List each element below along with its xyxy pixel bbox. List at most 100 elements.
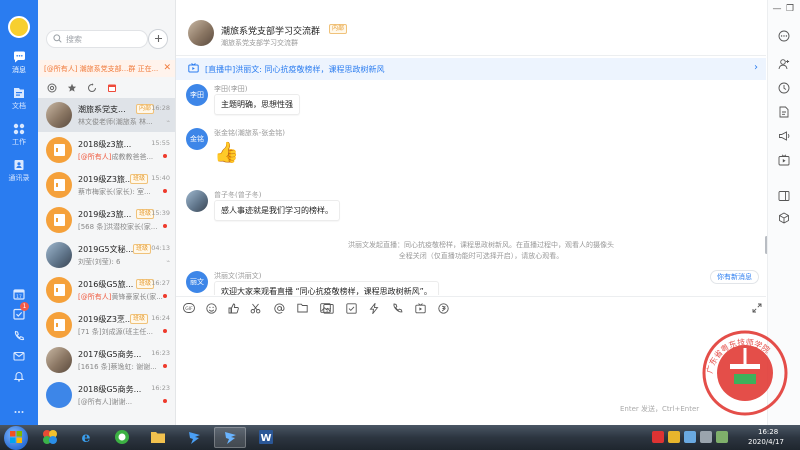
group-title[interactable]: 潮旅系党支部学习交流群 — [221, 24, 320, 37]
calendar-icon[interactable]: 17 — [11, 286, 27, 302]
live-icon[interactable] — [413, 301, 427, 315]
history-clock-icon[interactable] — [776, 80, 792, 96]
conversation-preview: 蔡市梅家长(家长): 室... — [78, 187, 164, 197]
group-file-icon[interactable] — [776, 104, 792, 120]
history-filter-icon[interactable] — [86, 83, 97, 94]
gif-icon[interactable]: GIF — [182, 301, 196, 315]
app-box-icon[interactable] — [776, 210, 792, 226]
message-bubble[interactable]: 感人事迹就是我们学习的榜样。 — [214, 200, 340, 221]
live-banner-text: [直播中]洪丽文: 同心抗疫敬榜样，课程思政树新风 — [205, 64, 385, 74]
ding-icon[interactable] — [436, 301, 450, 315]
svg-text:17: 17 — [325, 307, 331, 313]
nav-work[interactable]: 工作 — [0, 122, 38, 156]
conversation-row[interactable]: 潮旅系党支... 内部 16:28 林文俊老师(潮旅系 林... ⌁ — [38, 98, 175, 132]
conversation-avatar[interactable] — [46, 137, 72, 163]
conversation-name: 2016级G5旅... — [78, 280, 134, 289]
star-filter-icon[interactable] — [66, 83, 77, 94]
scissors-icon[interactable] — [248, 301, 262, 315]
conversation-name: 2019级z3旅... — [78, 210, 132, 219]
search-box[interactable] — [46, 30, 148, 48]
conversation-row[interactable]: 2016级G5旅... 班级 16:27 [@所有人]黄锋豪家长(家... — [38, 273, 175, 307]
live-stream-banner[interactable]: [直播中]洪丽文: 同心抗疫敬榜样，课程思政树新风 › — [176, 58, 766, 80]
conversation-time: 16:24 — [151, 314, 170, 322]
add-button[interactable] — [148, 29, 168, 49]
taskbar-explorer[interactable] — [142, 427, 174, 448]
conversation-avatar[interactable] — [46, 207, 72, 233]
conversation-avatar[interactable] — [46, 277, 72, 303]
message-area: 李田 李田(李田) 主题明确，思想性强 金铭 张金铭(潮旅系-张金铭) 👍 曾子… — [176, 80, 766, 295]
mention-notice-bar[interactable]: [@所有人] 潮旅系党支部...群 正在... ✕ — [38, 60, 175, 77]
conversation-avatar[interactable] — [46, 172, 72, 198]
new-message-hint[interactable]: 你有新消息 — [710, 270, 759, 284]
taskbar-360[interactable] — [106, 427, 138, 448]
calendar-filter-icon[interactable] — [106, 83, 117, 94]
sender-avatar[interactable]: 金铭 — [186, 128, 208, 150]
conversation-avatar[interactable] — [46, 382, 72, 408]
emoji-icon[interactable] — [204, 301, 218, 315]
taskbar-dingtalk-a[interactable] — [178, 427, 210, 448]
taskbar-word[interactable]: W — [250, 427, 282, 448]
nav-documents[interactable]: 文档 — [0, 86, 38, 120]
nav-contacts[interactable]: 通讯录 — [0, 158, 38, 192]
task-check-icon[interactable] — [344, 301, 358, 315]
conversation-avatar[interactable] — [46, 102, 72, 128]
more-dots-icon[interactable] — [11, 404, 27, 420]
conversation-avatar[interactable] — [46, 312, 72, 338]
mention-all-tag: [@所有人] — [78, 153, 112, 161]
my-avatar[interactable] — [8, 16, 30, 38]
collapse-panel-icon[interactable] — [776, 188, 792, 204]
group-avatar[interactable] — [188, 20, 214, 46]
clock-time[interactable]: 16:28 — [758, 427, 778, 437]
message-bubble[interactable]: 欢迎大家来观看直播 “同心抗疫敬榜样，课程思政树新风”。 — [214, 281, 439, 295]
close-icon[interactable]: ✕ — [163, 63, 171, 73]
taskbar-dingtalk-b[interactable] — [214, 427, 246, 448]
toolbar-calendar-icon[interactable]: 17 — [321, 301, 335, 315]
nav-messages[interactable]: 消息 — [0, 50, 38, 84]
phone-icon[interactable] — [11, 328, 27, 344]
tray-app-icon[interactable] — [652, 431, 664, 443]
restore-icon[interactable]: ❐ — [785, 4, 795, 14]
thumbs-up-sticker[interactable]: 👍 — [214, 138, 239, 166]
mail-icon[interactable] — [11, 348, 27, 364]
conversation-tag: 班级 — [130, 314, 149, 324]
sender-avatar[interactable]: 丽文 — [186, 271, 208, 293]
svg-text:e: e — [82, 430, 91, 445]
conversation-time: 04:13 — [151, 244, 170, 252]
call-icon[interactable] — [390, 301, 404, 315]
at-mention-icon[interactable] — [272, 301, 286, 315]
taskbar-ie[interactable]: e — [70, 427, 102, 448]
mention-filter-icon[interactable] — [46, 83, 57, 94]
document-group-icon — [53, 319, 67, 331]
conversation-row[interactable]: 2018级z3旅... 15:55 [@所有人]成教教爸爸... — [38, 133, 175, 167]
folder-icon[interactable] — [295, 301, 309, 315]
conversation-row[interactable]: 2018级G5商务... 16:23 [@所有人]谢谢... — [38, 378, 175, 412]
taskbar-app-launcher[interactable] — [34, 427, 66, 448]
tray-input-icon[interactable] — [716, 431, 728, 443]
conversation-row[interactable]: 2017级G5商务... 16:23 [1616 条]蔡逸虹: 谢谢... — [38, 343, 175, 377]
more-options-icon[interactable] — [776, 28, 792, 44]
start-button[interactable] — [4, 426, 28, 450]
conversation-row[interactable]: 2019级Z3烹... 班级 16:24 [71 条]刘成源(班主任... — [38, 308, 175, 342]
lightning-icon[interactable] — [367, 301, 381, 315]
clock-date[interactable]: 2020/4/17 — [748, 438, 784, 446]
search-input[interactable] — [66, 34, 146, 44]
tray-network-icon[interactable] — [684, 431, 696, 443]
minimize-icon[interactable]: — — [772, 4, 782, 14]
thumbs-up-icon[interactable] — [226, 301, 240, 315]
conversation-avatar[interactable] — [46, 242, 72, 268]
message-bubble[interactable]: 主题明确，思想性强 — [214, 94, 300, 115]
expand-icon[interactable] — [750, 301, 764, 315]
sender-avatar[interactable] — [186, 190, 208, 212]
add-member-icon[interactable] — [776, 56, 792, 72]
announcement-icon[interactable] — [776, 128, 792, 144]
conversation-time: 15:40 — [151, 174, 170, 182]
tray-security-icon[interactable] — [668, 431, 680, 443]
conversation-avatar[interactable] — [46, 347, 72, 373]
conversation-row[interactable]: 2019级z3旅... 班级 15:39 [568 条]洪潜校家长(家... — [38, 203, 175, 237]
bell-icon[interactable] — [11, 368, 27, 384]
tray-volume-icon[interactable] — [700, 431, 712, 443]
sender-avatar[interactable]: 李田 — [186, 84, 208, 106]
conversation-row[interactable]: 2019G5文秘... 班级 04:13 刘莹(刘莹): 6 ⌁ — [38, 238, 175, 272]
conversation-row[interactable]: 2019级Z3旅... 班级 15:40 蔡市梅家长(家长): 室... — [38, 168, 175, 202]
live-record-icon[interactable] — [776, 152, 792, 168]
